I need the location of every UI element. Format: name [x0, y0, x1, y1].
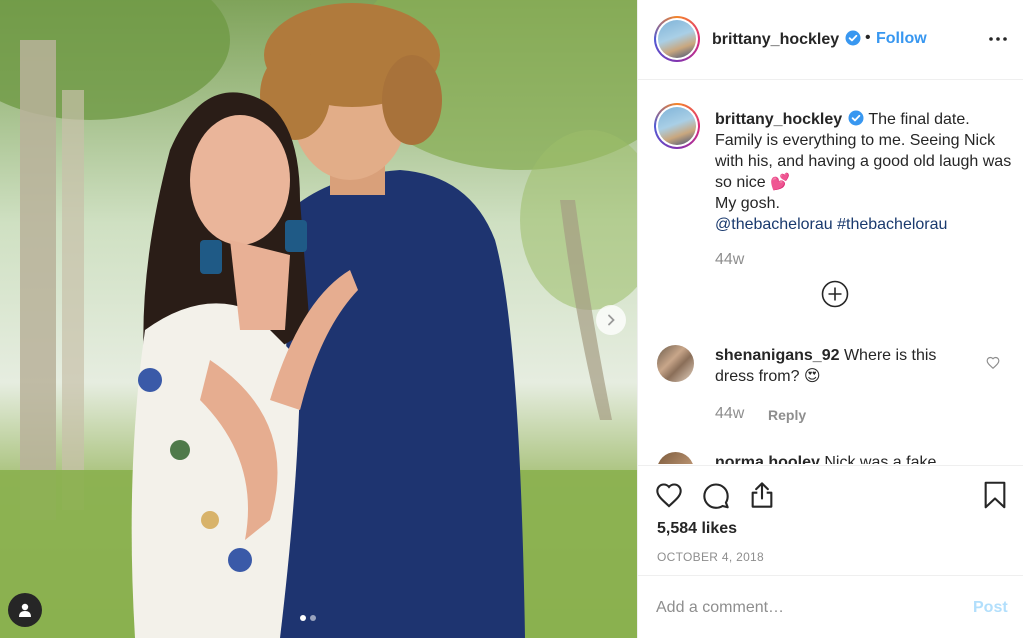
- author-username[interactable]: brittany_hockley: [712, 30, 861, 49]
- verified-badge-icon: [845, 30, 861, 46]
- comment-input[interactable]: [656, 596, 956, 620]
- post-actions: 5,584 likes OCTOBER 4, 2018: [638, 465, 1023, 575]
- caption-text: brittany_hockley The final date. Family …: [715, 109, 1015, 235]
- comment-time: 44w: [715, 405, 745, 422]
- post-header: brittany_hockley • Follow: [638, 0, 1023, 80]
- more-horizontal-icon: [989, 37, 1007, 41]
- author-avatar[interactable]: [654, 16, 700, 62]
- carousel-dot: [310, 615, 316, 621]
- comment-text: norma.hooley Nick was a fake: [715, 452, 995, 464]
- caption-username[interactable]: brittany_hockley: [715, 111, 842, 128]
- commenter-username[interactable]: shenanigans_92: [715, 347, 840, 364]
- chevron-right-icon: [608, 314, 615, 326]
- commenter-avatar[interactable]: [657, 452, 694, 464]
- next-photo-button[interactable]: [596, 305, 626, 335]
- carousel-dot-active: [300, 615, 306, 621]
- post-side-panel: brittany_hockley • Follow brittany_hockl…: [637, 0, 1023, 638]
- reply-button[interactable]: Reply: [768, 407, 806, 423]
- follow-button[interactable]: Follow: [876, 30, 927, 48]
- save-button[interactable]: [980, 480, 1010, 510]
- likes-count[interactable]: 5,584 likes: [657, 520, 737, 538]
- caption-time: 44w: [715, 251, 745, 268]
- comment-bubble-icon: [703, 483, 729, 509]
- more-options-button[interactable]: [987, 28, 1009, 50]
- heart-icon: [656, 483, 682, 508]
- verified-badge-icon: [848, 110, 864, 126]
- comment-text: shenanigans_92 Where is this dress from?…: [715, 345, 965, 387]
- plus-circle-icon: [821, 280, 849, 308]
- carousel-indicator: [300, 615, 316, 621]
- load-more-comments-button[interactable]: [821, 280, 849, 308]
- bookmark-icon: [984, 481, 1006, 509]
- comment-button[interactable]: [701, 480, 731, 510]
- photo-scene: [0, 0, 637, 638]
- user-icon: [19, 603, 31, 617]
- heart-icon[interactable]: [986, 356, 1000, 370]
- share-icon: [751, 482, 773, 508]
- post-comment-button[interactable]: Post: [973, 599, 1008, 617]
- add-comment-bar: Post: [638, 575, 1023, 638]
- comments-list[interactable]: brittany_hockley The final date. Family …: [638, 81, 1023, 464]
- comment-body: Nick was a fake: [819, 454, 937, 464]
- tagged-users-button[interactable]: [8, 593, 42, 627]
- caption-line2: My gosh.: [715, 195, 780, 212]
- post-date: OCTOBER 4, 2018: [657, 550, 764, 564]
- share-button[interactable]: [747, 480, 777, 510]
- like-button[interactable]: [654, 480, 684, 510]
- commenter-avatar[interactable]: [657, 345, 694, 382]
- caption-avatar[interactable]: [654, 103, 700, 149]
- post-photo[interactable]: [0, 0, 637, 638]
- caption-tags[interactable]: @thebachelorau #thebachelorau: [715, 216, 947, 233]
- author-username-text[interactable]: brittany_hockley: [712, 31, 839, 48]
- commenter-username[interactable]: norma.hooley: [715, 454, 820, 464]
- header-separator: •: [865, 29, 871, 46]
